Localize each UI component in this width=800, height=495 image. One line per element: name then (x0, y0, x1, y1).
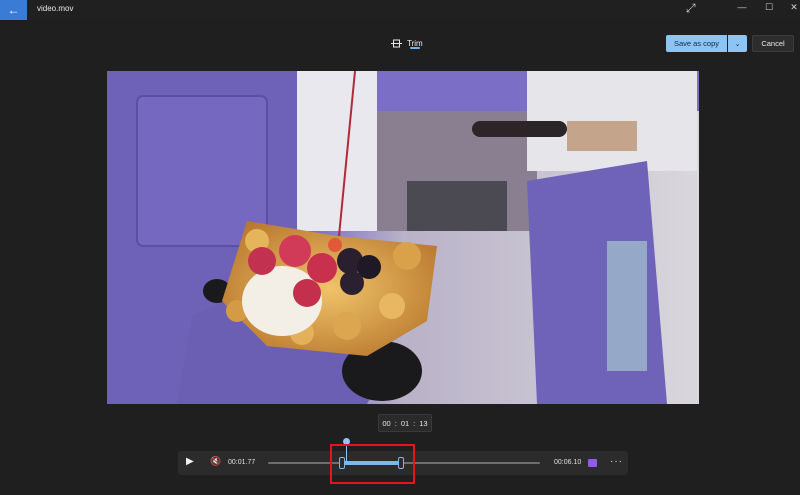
video-preview[interactable] (107, 71, 699, 404)
trim-end-time: 00:06.10 (554, 459, 582, 466)
time-frames: 13 (419, 418, 428, 428)
tab-trim[interactable]: Trim (391, 34, 423, 52)
more-options-button[interactable]: ··· (610, 456, 623, 467)
play-button[interactable]: ▶ (186, 456, 194, 467)
chevron-down-icon: ⌄ (734, 40, 741, 48)
time-separator-icon: : (394, 418, 397, 428)
save-as-copy-button[interactable]: Save as copy (666, 35, 727, 52)
save-options-button[interactable]: ⌄ (728, 35, 747, 52)
play-icon: ▶ (186, 456, 194, 467)
maximize-icon: ☐ (764, 1, 774, 12)
arrow-left-icon: ← (7, 3, 20, 17)
expand-icon[interactable]: ⤢ (686, 1, 696, 16)
minimize-button[interactable]: — (728, 0, 756, 14)
title-bar: ← video.mov ⤢ — ☐ ✕ (0, 0, 800, 20)
clip-icon[interactable] (588, 459, 597, 467)
more-dots-icon: ··· (610, 456, 623, 467)
close-button[interactable]: ✕ (780, 0, 800, 14)
speaker-muted-icon: 🔇 (210, 456, 222, 466)
trim-start-time: 00:01.77 (228, 459, 256, 466)
trim-icon (391, 39, 402, 47)
minimize-icon: — (737, 2, 747, 12)
back-button[interactable]: ← (0, 0, 27, 20)
video-frame-image (107, 71, 699, 404)
time-hours: 00 (382, 418, 391, 428)
time-separator-icon: : (413, 418, 416, 428)
close-icon: ✕ (790, 1, 798, 12)
current-time-readout[interactable]: 00 : 01 : 13 (378, 414, 432, 432)
mute-button[interactable]: 🔇 (210, 456, 221, 467)
tab-indicator (410, 47, 420, 49)
maximize-button[interactable]: ☐ (755, 0, 783, 14)
selection-highlight-box (330, 444, 415, 484)
time-minutes: 01 (400, 418, 410, 428)
window-title: video.mov (37, 4, 74, 13)
cancel-button[interactable]: Cancel (752, 35, 794, 52)
